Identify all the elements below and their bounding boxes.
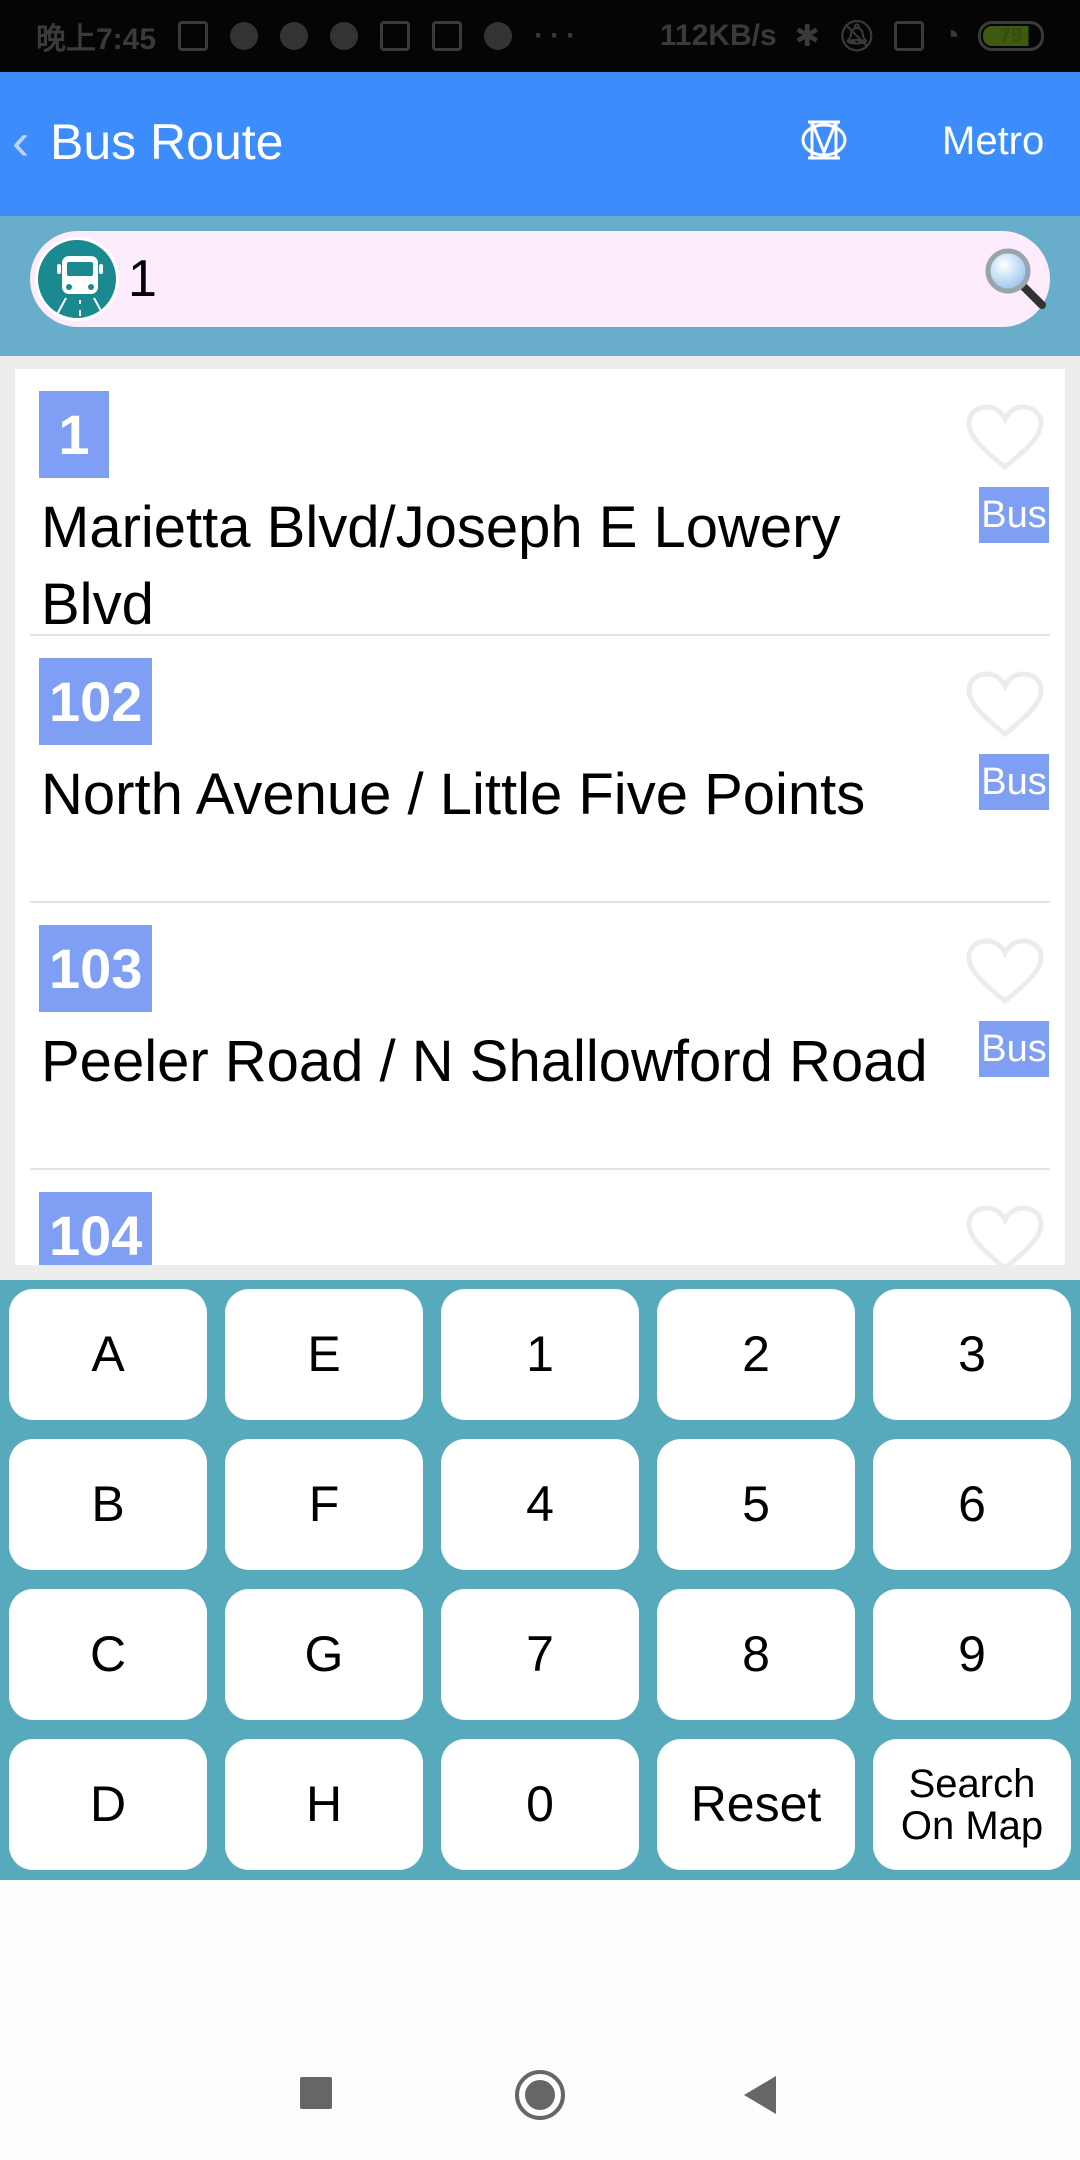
heart-outline-icon[interactable] — [965, 670, 1045, 740]
key-g[interactable]: G — [225, 1589, 423, 1720]
heart-outline-icon[interactable] — [965, 403, 1045, 473]
route-row[interactable]: 102 North Avenue / Little Five Points Bu… — [15, 636, 1065, 903]
search-input[interactable] — [128, 241, 928, 317]
key-1[interactable]: 1 — [441, 1289, 639, 1420]
download-icon — [230, 22, 259, 50]
route-row[interactable]: 104 Bus — [15, 1170, 1065, 1265]
more-notifications-icon: ··· — [534, 19, 583, 52]
route-keypad: A E 1 2 3 B F 4 5 6 C G 7 8 9 D H 0 Rese… — [0, 1280, 1080, 1880]
bus-icon — [35, 237, 119, 321]
search-icon[interactable] — [982, 245, 1048, 311]
heart-outline-icon[interactable] — [965, 1204, 1045, 1265]
status-time: 晚上7:45 — [36, 23, 157, 56]
screen: 晚上7:45 ··· 112KB/s ✱ 🔕︎ ◔ 79 ‹ Bus Route… — [0, 0, 1080, 2160]
route-row[interactable]: 103 Peeler Road / N Shallowford Road Bus — [15, 903, 1065, 1170]
route-name: Peeler Road / N Shallowford Road — [41, 1029, 928, 1094]
back-triangle-icon[interactable] — [744, 2076, 776, 2114]
metro-button[interactable]: Metro — [942, 116, 1044, 166]
route-number-badge: 103 — [39, 925, 153, 1012]
key-d[interactable]: D — [9, 1739, 207, 1870]
circle-app-icon — [330, 22, 359, 50]
search-on-map-button[interactable]: Search On Map — [873, 1739, 1071, 1870]
route-type-badge: Bus — [979, 1021, 1049, 1077]
page-title[interactable]: Bus Route — [50, 112, 283, 172]
key-f[interactable]: F — [225, 1439, 423, 1570]
key-e[interactable]: E — [225, 1289, 423, 1420]
reset-button[interactable]: Reset — [657, 1739, 855, 1870]
network-speed: 112KB/s — [659, 19, 777, 52]
route-number-badge: 102 — [39, 658, 153, 745]
app-header: ‹ Bus Route Metro — [0, 72, 1080, 216]
sim-off-icon — [893, 21, 924, 51]
key-0[interactable]: 0 — [441, 1739, 639, 1870]
route-number-badge: 1 — [39, 391, 109, 478]
key-b[interactable]: B — [9, 1439, 207, 1570]
bell-muted-icon: 🔕︎ — [837, 19, 876, 53]
bird-app-icon — [280, 22, 309, 50]
route-number-badge: 104 — [39, 1192, 153, 1265]
route-row[interactable]: 1 Marietta Blvd/Joseph E Lowery Blvd Bus — [15, 369, 1065, 637]
key-3[interactable]: 3 — [873, 1289, 1071, 1420]
key-c[interactable]: C — [9, 1589, 207, 1720]
route-name: Marietta Blvd/Joseph E Lowery Blvd — [41, 495, 841, 637]
app-grid-icon — [178, 21, 209, 51]
marta-logo-icon[interactable] — [800, 116, 848, 164]
search-field[interactable] — [30, 231, 1050, 327]
recent-apps-icon[interactable] — [300, 2077, 332, 2109]
key-8[interactable]: 8 — [657, 1589, 855, 1720]
key-2[interactable]: 2 — [657, 1289, 855, 1420]
battery-level: 79 — [999, 24, 1023, 47]
system-nav-bar — [0, 2020, 1080, 2160]
battery-icon: 79 — [978, 21, 1044, 51]
calendar-icon — [380, 21, 411, 51]
status-bar: 晚上7:45 ··· 112KB/s ✱ 🔕︎ ◔ 79 — [0, 0, 1080, 72]
bluetooth-icon: ✱ — [794, 19, 820, 53]
route-type-badge: Bus — [979, 754, 1049, 810]
notification-app-icon — [432, 21, 463, 51]
colorful-app-icon — [484, 22, 513, 50]
route-list-container: 1 Marietta Blvd/Joseph E Lowery Blvd Bus… — [0, 356, 1080, 1280]
key-9[interactable]: 9 — [873, 1589, 1071, 1720]
key-h[interactable]: H — [225, 1739, 423, 1870]
key-7[interactable]: 7 — [441, 1589, 639, 1720]
search-bar — [0, 216, 1080, 356]
key-5[interactable]: 5 — [657, 1439, 855, 1570]
route-list[interactable]: 1 Marietta Blvd/Joseph E Lowery Blvd Bus… — [15, 369, 1065, 1265]
route-name: North Avenue / Little Five Points — [41, 762, 866, 827]
heart-outline-icon[interactable] — [965, 937, 1045, 1007]
home-icon[interactable] — [515, 2070, 565, 2120]
wifi-icon: ◔ — [941, 19, 960, 52]
route-type-badge: Bus — [979, 487, 1049, 543]
key-4[interactable]: 4 — [441, 1439, 639, 1570]
back-chevron-icon[interactable]: ‹ — [12, 116, 29, 168]
key-a[interactable]: A — [9, 1289, 207, 1420]
key-6[interactable]: 6 — [873, 1439, 1071, 1570]
